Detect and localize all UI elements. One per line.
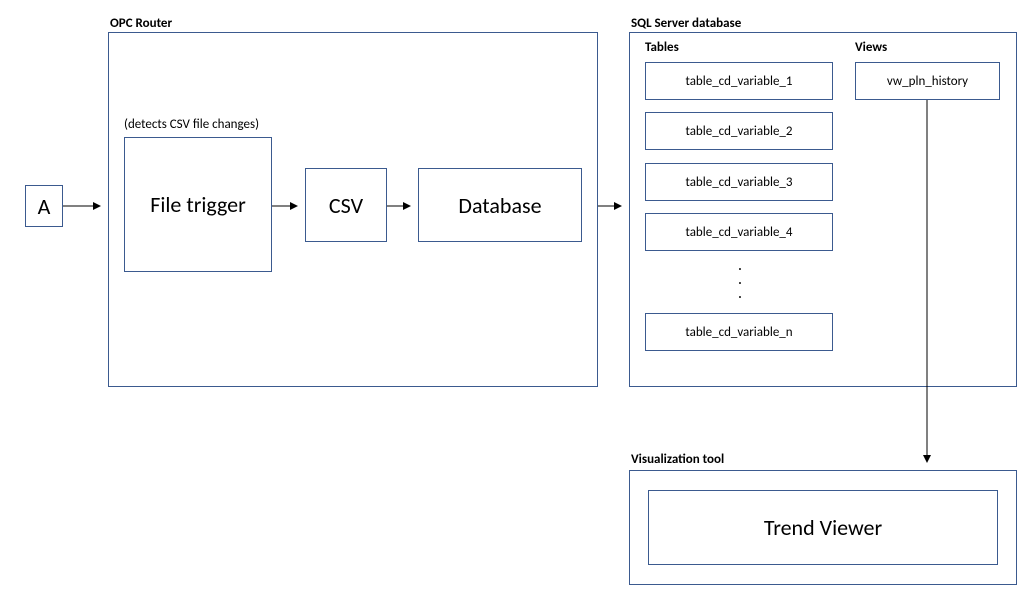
arrow-view-to-trendviewer [919,100,935,470]
detects-note: (detects CSV file changes) [124,117,259,132]
opc-router-title: OPC Router [110,16,172,31]
source-a-box: A [25,185,63,227]
csv-box: CSV [305,168,387,242]
views-title: Views [855,40,887,55]
table-label: table_cd_variable_4 [686,225,793,240]
table-row: table_cd_variable_2 [645,112,833,150]
table-label: table_cd_variable_2 [686,124,793,139]
file-trigger-box: File trigger [124,137,272,272]
trend-viewer-box: Trend Viewer [648,490,998,565]
file-trigger-label: File trigger [150,191,246,218]
source-a-label: A [38,193,51,220]
table-row: table_cd_variable_1 [645,62,833,100]
arrow-csv-to-database [387,198,418,214]
database-label: Database [458,192,541,219]
table-label: table_cd_variable_n [685,325,792,340]
database-box: Database [418,168,582,242]
csv-label: CSV [329,192,363,219]
sql-server-title: SQL Server database [631,16,741,31]
trend-viewer-label: Trend Viewer [764,514,882,541]
arrow-opc-to-sql [598,198,629,214]
table-row: table_cd_variable_n [645,313,833,351]
viz-title: Visualization tool [631,452,724,467]
arrow-a-to-opc [63,198,108,214]
view-box: vw_pln_history [855,62,1000,100]
table-row: table_cd_variable_3 [645,163,833,201]
ellipsis-dots: ... [737,260,743,302]
tables-title: Tables [645,40,679,55]
arrow-filetrigger-to-csv [272,198,305,214]
table-row: table_cd_variable_4 [645,213,833,251]
table-label: table_cd_variable_3 [686,175,793,190]
table-label: table_cd_variable_1 [686,74,793,89]
view-label: vw_pln_history [887,74,968,89]
